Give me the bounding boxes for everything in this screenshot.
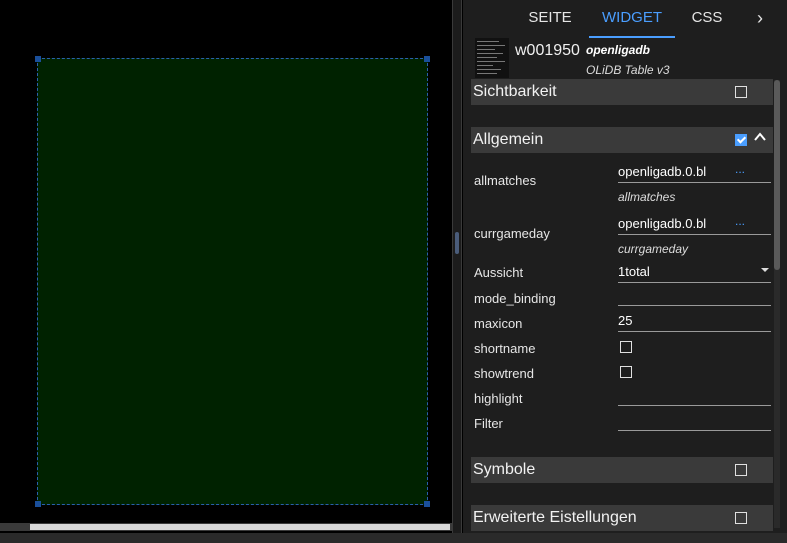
maxicon-value: 25 (618, 313, 633, 328)
shortname-label: shortname (474, 341, 536, 356)
resize-handle-top-right[interactable] (424, 56, 430, 62)
section-allgemein[interactable]: Allgemein (471, 127, 773, 153)
currgameday-label: currgameday (474, 226, 550, 241)
widget-description: OLiDB Table v3 (586, 63, 670, 77)
tab-seite[interactable]: SEITE (515, 0, 585, 38)
resize-handle-bottom-right[interactable] (424, 501, 430, 507)
showtrend-checkbox[interactable] (620, 366, 632, 378)
allmatches-field[interactable]: openligadb.0.bl ... (618, 162, 771, 183)
maxicon-input[interactable]: 25 (618, 311, 771, 332)
shortname-checkbox[interactable] (620, 341, 632, 353)
allmatches-subtitle: allmatches (618, 190, 676, 204)
horizontal-scrollbar-thumb[interactable] (30, 524, 450, 530)
showtrend-label: showtrend (474, 366, 534, 381)
vertical-scrollbar-thumb[interactable] (774, 80, 780, 270)
section-toggle-checkbox[interactable] (735, 512, 747, 524)
section-toggle-checkbox[interactable] (735, 464, 747, 476)
widget-id: w001950 (515, 42, 580, 59)
filter-label: Filter (474, 416, 503, 431)
widget-set-name: openligadb (586, 43, 650, 57)
properties-panel: SEITE WIDGET CSS › w001950 openligadb OL… (463, 0, 787, 533)
widget-preview[interactable] (35, 56, 430, 507)
editor-canvas[interactable] (0, 0, 452, 543)
section-symbole[interactable]: Symbole (471, 457, 773, 483)
splitter-grip-icon[interactable] (455, 232, 459, 254)
resize-handle-bottom-left[interactable] (35, 501, 41, 507)
chevron-right-icon[interactable]: › (745, 0, 775, 38)
more-options-icon[interactable]: ... (735, 214, 745, 228)
section-toggle-checkbox[interactable] (735, 134, 747, 146)
filter-input[interactable] (618, 410, 771, 431)
panel-splitter[interactable] (452, 0, 462, 533)
tab-css[interactable]: CSS (679, 0, 735, 38)
allmatches-value: openligadb.0.bl (618, 164, 707, 179)
aussicht-value: 1total (618, 264, 650, 279)
aussicht-label: Aussicht (474, 265, 524, 280)
highlight-label: highlight (474, 391, 523, 406)
highlight-input[interactable] (618, 385, 771, 406)
section-title: Symbole (473, 461, 536, 478)
dropdown-arrow-icon (761, 268, 769, 272)
mode-binding-input[interactable] (618, 285, 771, 306)
aussicht-select[interactable]: 1total (618, 262, 771, 283)
widget-thumbnail (475, 38, 509, 78)
section-sichtbarkeit[interactable]: Sichtbarkeit (471, 79, 773, 105)
section-title: Erweiterte Eistellungen (473, 509, 637, 526)
resize-handle-top-left[interactable] (35, 56, 41, 62)
section-toggle-checkbox[interactable] (735, 86, 747, 98)
currgameday-value: openligadb.0.bl (618, 216, 707, 231)
panel-tabs: SEITE WIDGET CSS › (463, 0, 787, 38)
mode-binding-label: mode_binding (474, 291, 556, 306)
more-options-icon[interactable]: ... (735, 162, 745, 176)
section-erweiterte-einstellungen[interactable]: Erweiterte Eistellungen (471, 505, 773, 531)
allmatches-label: allmatches (474, 173, 537, 188)
section-title: Sichtbarkeit (473, 83, 557, 100)
tab-widget[interactable]: WIDGET (589, 0, 675, 38)
currgameday-subtitle: currgameday (618, 242, 689, 256)
chevron-up-icon[interactable] (753, 130, 767, 147)
bottom-strip (0, 533, 787, 543)
maxicon-label: maxicon (474, 316, 523, 331)
section-title: Allgemein (473, 131, 544, 148)
currgameday-field[interactable]: openligadb.0.bl ... (618, 214, 771, 235)
